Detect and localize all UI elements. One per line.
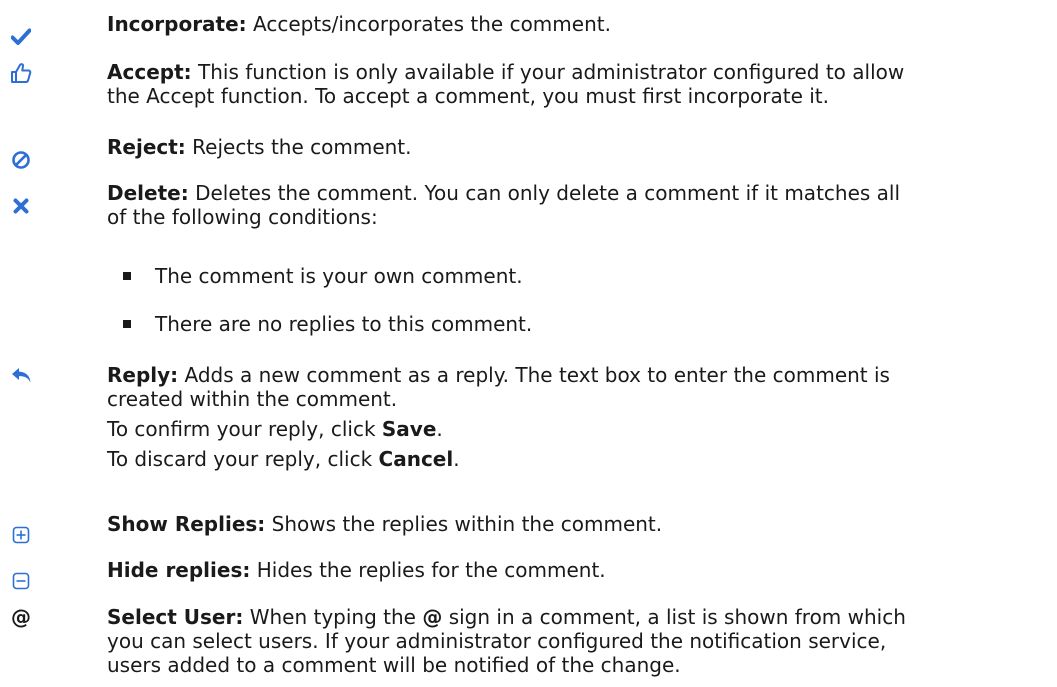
list-item: There are no replies to this comment.	[155, 312, 533, 336]
checkmark-icon	[10, 26, 32, 48]
reply-arrow-icon	[10, 364, 32, 386]
save-label: Save	[381, 417, 437, 441]
reject-term: Reject:	[107, 135, 186, 159]
delete-line2: of the following conditions:	[107, 205, 378, 229]
bullet-marker	[123, 320, 131, 328]
bullet-marker	[123, 272, 131, 280]
reply-confirm-period: .	[436, 417, 443, 441]
x-icon	[10, 195, 32, 217]
select-user-term: Select User:	[107, 605, 244, 629]
show-replies-description: Show Replies: Shows the replies within t…	[107, 512, 1052, 536]
show-replies-desc: Shows the replies within the comment.	[271, 512, 663, 536]
delete-description: Delete: Deletes the comment. You can onl…	[107, 181, 1052, 229]
at-sign-icon: @	[11, 605, 31, 629]
hide-replies-description: Hide replies: Hides the replies for the …	[107, 558, 1052, 582]
incorporate-description: Incorporate: Accepts/incorporates the co…	[107, 12, 1052, 36]
show-replies-term: Show Replies:	[107, 512, 266, 536]
accept-line1: This function is only available if your …	[198, 60, 905, 84]
incorporate-desc: Accepts/incorporates the comment.	[253, 12, 611, 36]
cancel-label: Cancel	[378, 447, 454, 471]
accept-line2: the Accept function. To accept a comment…	[107, 84, 830, 108]
accept-description: Accept: This function is only available …	[107, 60, 1052, 108]
reply-term: Reply:	[107, 363, 179, 387]
reply-discard-period: .	[453, 447, 460, 471]
select-user-line2: you can select users. If your administra…	[107, 629, 887, 653]
hide-replies-desc: Hides the replies for the comment.	[256, 558, 606, 582]
at-sign-text: @	[422, 605, 443, 629]
select-user-suffix: sign in a comment, a list is shown from …	[448, 605, 906, 629]
plus-box-icon	[10, 524, 32, 546]
reply-line1: Adds a new comment as a reply. The text …	[184, 363, 890, 387]
thumbs-up-icon	[10, 62, 32, 84]
accept-term: Accept:	[107, 60, 192, 84]
reply-discard-prefix: To discard your reply, click	[107, 447, 373, 471]
prohibited-icon	[10, 149, 32, 171]
reject-desc: Rejects the comment.	[192, 135, 412, 159]
select-user-line3: users added to a comment will be notifie…	[107, 653, 681, 677]
select-user-description: Select User: When typing the @ sign in a…	[107, 605, 1052, 677]
delete-line1: Deletes the comment. You can only delete…	[195, 181, 901, 205]
delete-term: Delete:	[107, 181, 189, 205]
reply-discard-line: To discard your reply, click Cancel.	[107, 447, 1052, 471]
reply-confirm-line: To confirm your reply, click Save.	[107, 417, 1052, 441]
select-user-prefix: When typing the	[249, 605, 416, 629]
incorporate-term: Incorporate:	[107, 12, 247, 36]
reply-description: Reply: Adds a new comment as a reply. Th…	[107, 363, 1052, 471]
reply-line2: created within the comment.	[107, 387, 398, 411]
list-item: The comment is your own comment.	[155, 264, 523, 288]
reply-confirm-prefix: To confirm your reply, click	[107, 417, 376, 441]
minus-box-icon	[10, 570, 32, 592]
reject-description: Reject: Rejects the comment.	[107, 135, 1052, 159]
hide-replies-term: Hide replies:	[107, 558, 251, 582]
